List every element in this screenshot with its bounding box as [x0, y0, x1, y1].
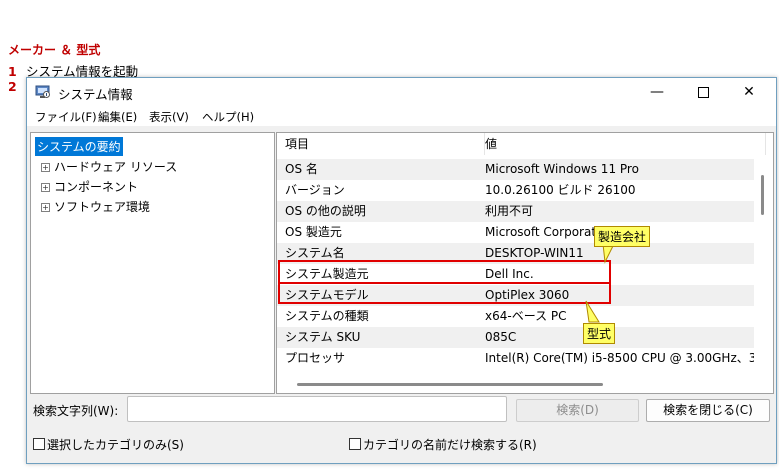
tree-item-system-summary[interactable]: システムの要約 [35, 137, 123, 156]
table-row[interactable]: OS の他の説明 利用不可 [277, 201, 754, 222]
tree-item-label: ハードウェア リソース [54, 160, 178, 174]
table-row[interactable]: OS 名 Microsoft Windows 11 Pro [277, 159, 754, 180]
step-2: 2 [8, 79, 26, 94]
row-value: 085C [485, 330, 517, 344]
model-callout: 型式 [583, 323, 616, 344]
column-header-item[interactable]: 項目 [277, 133, 485, 155]
title-bar[interactable]: システム情報 — ✕ [27, 78, 776, 106]
expand-icon[interactable]: + [41, 163, 50, 172]
model-highlight-box [278, 282, 611, 304]
maximize-button[interactable] [680, 79, 726, 105]
window-title: システム情報 [58, 87, 133, 102]
vertical-scrollbar[interactable] [758, 155, 768, 370]
row-item: プロセッサ [285, 351, 346, 365]
checkbox-category-names-only[interactable]: カテゴリの名前だけ検索する(R) [349, 436, 537, 453]
column-header-value[interactable]: 値 [485, 133, 766, 155]
menu-file[interactable]: ファイル(F) [35, 109, 97, 125]
tree-item-hardware-resources[interactable]: + ハードウェア リソース [41, 158, 177, 175]
manufacturer-callout: 製造会社 [594, 226, 651, 247]
maximize-icon [697, 86, 709, 98]
horizontal-scroll-thumb[interactable] [297, 383, 603, 386]
table-row[interactable]: システムの種類 x64-ベース PC [277, 306, 754, 327]
table-row[interactable]: バージョン 10.0.26100 ビルド 26100 [277, 180, 754, 201]
row-item: OS 製造元 [285, 225, 342, 239]
step-1-number: 1 [8, 64, 17, 79]
row-value: Intel(R) Core(TM) i5-8500 CPU @ 3.00GHz、… [485, 351, 754, 365]
tree-item-label: ソフトウェア環境 [54, 200, 151, 214]
row-item: OS 名 [285, 162, 318, 176]
expand-icon[interactable]: + [41, 183, 50, 192]
category-tree[interactable]: システムの要約 + ハードウェア リソース + コンポーネント + ソフトウェア環境 [30, 132, 275, 394]
row-value: Microsoft Windows 11 Pro [485, 162, 639, 176]
horizontal-scrollbar[interactable] [277, 377, 773, 391]
close-search-button[interactable]: 検索を閉じる(C) [646, 399, 770, 422]
checkbox-box[interactable] [349, 438, 361, 450]
system-info-app-icon [35, 85, 50, 98]
row-value: 利用不可 [485, 204, 534, 218]
row-item: システム SKU [285, 330, 361, 344]
search-input[interactable] [127, 396, 507, 422]
step-2-number: 2 [8, 79, 17, 94]
vertical-scroll-thumb[interactable] [761, 175, 764, 215]
row-item: バージョン [285, 183, 345, 197]
table-row[interactable]: プロセッサ Intel(R) Core(TM) i5-8500 CPU @ 3.0… [277, 348, 754, 369]
row-item: システムの種類 [285, 309, 369, 323]
checkbox-label: 選択したカテゴリのみ(S) [47, 438, 184, 452]
expand-icon[interactable]: + [41, 203, 50, 212]
menu-view[interactable]: 表示(V) [149, 109, 189, 125]
table-row[interactable]: OS 製造元 Microsoft Corporation [277, 222, 754, 243]
manufacturer-highlight-box [278, 260, 611, 284]
row-item: OS の他の説明 [285, 204, 366, 218]
close-button[interactable]: ✕ [726, 79, 772, 105]
minimize-button[interactable]: — [634, 79, 680, 105]
table-row[interactable]: システム SKU 085C [277, 327, 754, 348]
row-value: x64-ベース PC [485, 309, 567, 323]
search-button[interactable]: 検索(D) [516, 399, 639, 422]
menu-help[interactable]: ヘルプ(H) [202, 109, 254, 125]
row-value: 10.0.26100 ビルド 26100 [485, 183, 636, 197]
tree-item-software-environment[interactable]: + ソフトウェア環境 [41, 198, 150, 215]
tree-item-components[interactable]: + コンポーネント [41, 178, 138, 195]
menu-bar: ファイル(F) 編集(E) 表示(V) ヘルプ(H) [27, 106, 776, 126]
checkbox-label: カテゴリの名前だけ検索する(R) [363, 438, 537, 452]
checkbox-box[interactable] [33, 438, 45, 450]
tree-item-label: コンポーネント [54, 180, 139, 194]
checkbox-selected-category-only[interactable]: 選択したカテゴリのみ(S) [33, 436, 184, 453]
page-heading: メーカー ＆ 型式 [8, 43, 101, 57]
search-label: 検索文字列(W): [33, 404, 119, 418]
menu-edit[interactable]: 編集(E) [98, 109, 137, 125]
